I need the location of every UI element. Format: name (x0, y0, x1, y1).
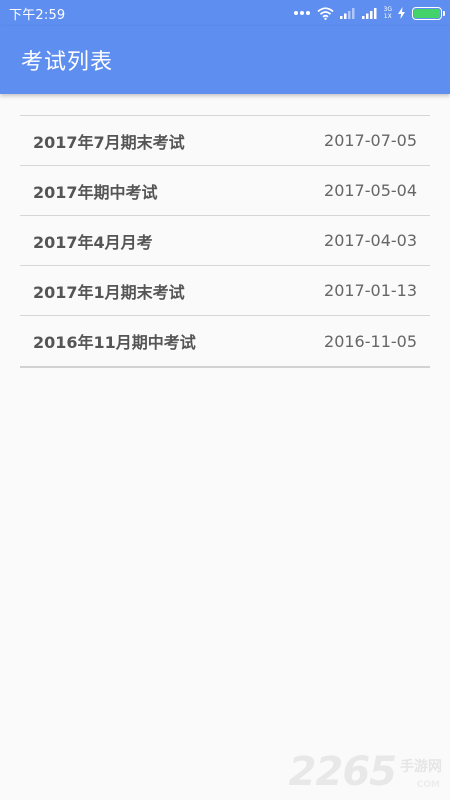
battery-level (414, 8, 440, 18)
more-dots-icon (293, 10, 311, 16)
status-icons: 3G 1X (293, 0, 445, 26)
watermark-suffix: COM (416, 780, 440, 790)
signal-2-icon (361, 7, 378, 19)
exam-date: 2017-07-05 (324, 131, 417, 150)
exam-name: 2016年11月期中考试 (33, 333, 196, 352)
watermark: 2265 手游网 COM (288, 749, 442, 795)
app-bar: 考试列表 (0, 26, 450, 94)
exam-list-item[interactable]: 2017年4月月考 2017-04-03 (20, 216, 430, 266)
exam-list-item[interactable]: 2016年11月期中考试 2016-11-05 (20, 316, 430, 366)
battery-icon (412, 6, 445, 20)
exam-date: 2017-05-04 (324, 181, 417, 200)
exam-name: 2017年期中考试 (33, 182, 158, 202)
exam-list-item[interactable]: 2017年7月期末考试 2017-07-05 (20, 116, 430, 166)
exam-list-item[interactable]: 2017年期中考试 2017-05-04 (20, 166, 430, 216)
exam-name: 2017年1月期末考试 (33, 282, 185, 302)
exam-name: 2017年7月期末考试 (33, 132, 185, 152)
network-type-top: 3G (383, 6, 392, 13)
exam-date: 2017-01-13 (324, 281, 417, 300)
watermark-text: 手游网 (400, 759, 442, 775)
network-type-bottom: 1X (383, 13, 392, 20)
exam-name: 2017年4月月考 (33, 232, 153, 252)
wifi-icon (316, 6, 334, 20)
signal-icon (339, 7, 356, 19)
watermark-number: 2265 (288, 749, 397, 795)
exam-list: 2017年7月期末考试 2017-07-05 2017年期中考试 2017-05… (20, 115, 430, 368)
exam-date: 2017-04-03 (324, 231, 417, 250)
charging-icon (398, 7, 405, 19)
exam-list-item[interactable]: 2017年1月期末考试 2017-01-13 (20, 266, 430, 316)
status-bar: 下午2:59 3G 1X (0, 0, 450, 26)
network-type-label: 3G 1X (384, 6, 392, 20)
page-title: 考试列表 (21, 50, 114, 75)
status-time: 下午2:59 (9, 7, 66, 23)
exam-date: 2016-11-05 (324, 331, 417, 351)
